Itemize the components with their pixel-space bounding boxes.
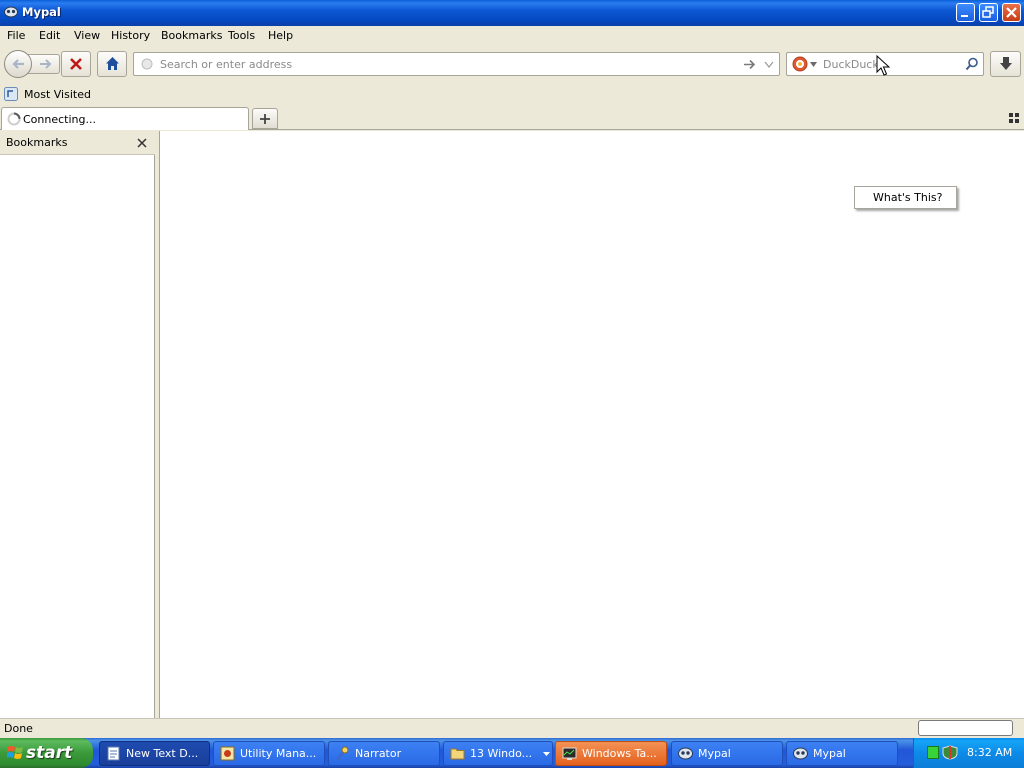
narrator-icon (335, 746, 349, 761)
page-content[interactable] (160, 131, 1024, 718)
search-icon[interactable] (965, 57, 979, 71)
duckduckgo-engine-icon[interactable] (792, 56, 808, 72)
history-dropdown-icon[interactable] (764, 61, 774, 68)
go-arrow-icon[interactable] (743, 59, 756, 70)
utility-manager-icon (220, 746, 235, 761)
close-icon (1006, 7, 1017, 18)
start-label: start (26, 743, 73, 763)
downloads-button[interactable] (990, 51, 1021, 77)
context-menu: What's This? (854, 186, 957, 209)
stop-button[interactable] (61, 51, 91, 77)
back-forward-group (4, 50, 60, 78)
menu-edit[interactable]: Edit (39, 29, 60, 42)
mypal-icon (678, 747, 693, 760)
task-label: Utility Mana... (240, 747, 317, 760)
sidebar-header: Bookmarks (0, 131, 155, 155)
address-bar[interactable]: Search or enter address (133, 52, 780, 76)
task-manager-icon (562, 747, 577, 760)
most-visited-folder-icon (4, 87, 18, 101)
progress-meter (918, 720, 1013, 736)
taskbar-item-utility-manager[interactable]: Utility Mana... (213, 741, 325, 766)
menu-tools[interactable]: Tools (228, 29, 255, 42)
group-dropdown-icon (543, 752, 550, 756)
minimize-icon (961, 15, 968, 17)
close-sidebar-icon[interactable] (137, 138, 147, 148)
tab-title: Connecting... (23, 113, 96, 126)
windows-logo-icon (7, 746, 23, 759)
bookmarks-toolbar: Most Visited (0, 84, 1024, 106)
taskbar-item-windows-explorer-group[interactable]: 13 Windo... (443, 741, 553, 766)
tab-list-icon[interactable] (1009, 113, 1019, 123)
home-icon (106, 57, 119, 70)
minimize-button[interactable] (956, 3, 975, 22)
start-button[interactable]: start (0, 738, 93, 768)
menu-view[interactable]: View (74, 29, 100, 42)
taskbar-item-mypal-2[interactable]: Mypal (786, 741, 898, 766)
mypal-logo-icon (4, 6, 18, 18)
status-text: Done (4, 722, 33, 735)
forward-arrow-icon (40, 59, 52, 69)
notepad-icon (107, 746, 120, 761)
menu-bookmarks[interactable]: Bookmarks (161, 29, 222, 42)
menu-bar: File Edit View History Bookmarks Tools H… (0, 26, 1024, 46)
task-label: Mypal (698, 747, 731, 760)
engine-dropdown-icon[interactable] (810, 62, 817, 67)
task-label: New Text D... (126, 747, 199, 760)
window-title: Mypal (22, 5, 61, 19)
task-label: Mypal (813, 747, 846, 760)
menu-file[interactable]: File (7, 29, 25, 42)
restore-button[interactable] (979, 3, 998, 22)
menu-help[interactable]: Help (268, 29, 293, 42)
plus-icon (260, 114, 270, 124)
task-label: Windows Ta... (582, 747, 657, 760)
close-window-button[interactable] (1002, 3, 1021, 22)
back-button[interactable] (4, 50, 32, 78)
task-label: 13 Windo... (470, 747, 533, 760)
status-bar: Done (0, 718, 1024, 738)
back-arrow-icon (12, 59, 24, 69)
folder-icon (450, 748, 465, 760)
taskbar-item-new-text-document[interactable]: New Text D... (99, 741, 210, 766)
clock[interactable]: 8:32 AM (967, 746, 1012, 759)
loading-throbber-icon (7, 112, 21, 126)
tab-connecting[interactable]: Connecting... (1, 107, 249, 130)
site-identity-icon (141, 58, 153, 70)
menu-history[interactable]: History (111, 29, 150, 42)
search-placeholder: DuckDuck (823, 58, 879, 71)
tray-status-icon[interactable] (927, 746, 939, 759)
bookmark-label: Most Visited (24, 88, 91, 101)
sidebar-title: Bookmarks (6, 136, 68, 149)
restore-icon (982, 6, 994, 18)
security-shield-icon[interactable] (942, 745, 958, 760)
taskbar-item-windows-task-manager[interactable]: Windows Ta... (555, 741, 667, 766)
title-bar[interactable]: Mypal (0, 0, 1024, 26)
stop-x-icon (70, 58, 82, 70)
home-button[interactable] (97, 51, 127, 77)
download-arrow-icon (1000, 57, 1012, 70)
address-placeholder: Search or enter address (160, 58, 293, 71)
taskbar-item-mypal-1[interactable]: Mypal (671, 741, 783, 766)
mypal-icon (793, 747, 808, 760)
menu-item-whats-this[interactable]: What's This? (873, 191, 942, 204)
taskbar-item-narrator[interactable]: Narrator (328, 741, 440, 766)
task-label: Narrator (355, 747, 402, 760)
mouse-pointer-icon (876, 55, 890, 76)
bookmarks-sidebar[interactable] (0, 131, 155, 718)
new-tab-button[interactable] (252, 108, 278, 129)
